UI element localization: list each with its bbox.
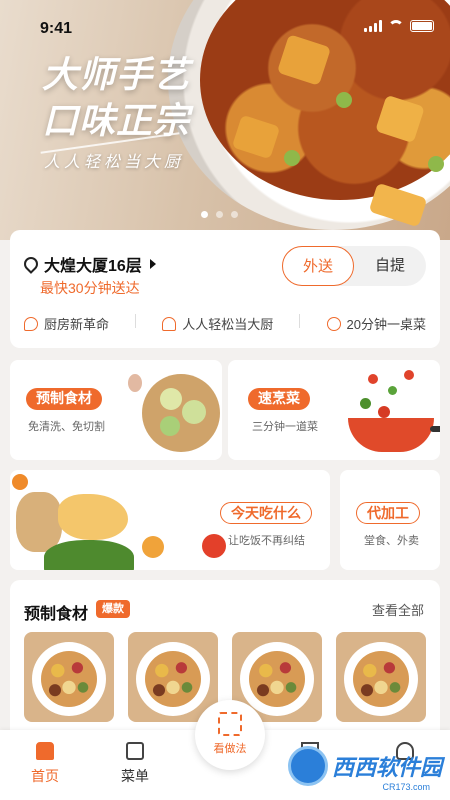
tomato-image	[378, 406, 390, 418]
chat-icon	[24, 316, 38, 331]
clock-icon	[326, 316, 341, 331]
address-text: 大煌大厦16层	[44, 258, 142, 275]
feature-item: 厨房新革命	[24, 314, 109, 333]
signal-icon	[364, 20, 382, 32]
feature-label: 20分钟一桌菜	[346, 317, 426, 332]
divider	[135, 314, 137, 328]
category-quick-desc: 三分钟一道菜	[252, 421, 318, 433]
category-prepared-desc: 免清洗、免切割	[28, 421, 105, 433]
watermark: 西西软件园 CR173.com	[287, 746, 442, 792]
pickup-option[interactable]: 自提	[354, 246, 426, 286]
stew-image	[249, 651, 305, 707]
category-processing-title: 代加工	[356, 502, 420, 524]
carousel-dot[interactable]	[231, 211, 238, 218]
feature-strip: 厨房新革命 人人轻松当大厨 20分钟一桌菜	[24, 314, 426, 333]
category-prepared-title: 预制食材	[26, 388, 102, 410]
hero-banner[interactable]: 9:41 大师手艺 口味正宗 人人轻松当大厨	[0, 0, 450, 240]
status-time: 9:41	[40, 20, 73, 37]
scan-label: 看做法	[213, 743, 247, 755]
category-quick-title: 速烹菜	[248, 388, 310, 410]
feature-label: 人人轻松当大厨	[182, 317, 274, 332]
category-today-card[interactable]: 今天吃什么 让吃饭不再纠结	[10, 470, 330, 570]
feature-item: 人人轻松当大厨	[162, 314, 273, 333]
pea	[336, 92, 352, 108]
section-title: 预制食材	[24, 606, 89, 623]
carousel-dot[interactable]	[201, 211, 208, 218]
category-processing-card[interactable]: 代加工 堂食、外卖	[340, 470, 440, 570]
watermark-subtext: CR173.com	[382, 782, 430, 792]
tomato-image	[202, 534, 226, 558]
nav-label: 首页	[31, 768, 59, 784]
banner-title: 大师手艺 口味正宗	[42, 52, 190, 144]
nav-label: 菜单	[121, 768, 149, 784]
carousel-dot[interactable]	[216, 211, 223, 218]
vegetable-image	[360, 398, 371, 409]
bread-image	[16, 492, 62, 552]
nav-item-home[interactable]: 首页	[15, 742, 75, 786]
banner-title-line2: 口味正宗	[42, 100, 191, 141]
category-processing-desc: 堂食、外卖	[364, 535, 419, 547]
view-all-link[interactable]: 查看全部	[372, 600, 424, 619]
delivery-option[interactable]: 外送	[282, 246, 354, 286]
pasta-image	[58, 494, 128, 540]
product-thumbnail[interactable]	[24, 632, 114, 722]
nav-item-menu[interactable]: 菜单	[105, 742, 165, 786]
broccoli-image	[44, 540, 134, 570]
category-today-desc: 让吃饭不再纠结	[228, 535, 305, 547]
pea	[428, 156, 444, 172]
category-prepared-card[interactable]: 预制食材 免清洗、免切割	[10, 360, 222, 460]
scan-icon	[218, 712, 242, 736]
feature-label: 厨房新革命	[44, 317, 110, 332]
stew-image	[41, 651, 97, 707]
vegetable-image	[388, 386, 397, 395]
category-today-title: 今天吃什么	[220, 502, 312, 524]
address-card: 大煌大厦16层 最快30分钟送达 外送 自提 厨房新革命 人人轻松当大厨 20分…	[10, 230, 440, 348]
watermark-text: 西西软件园	[331, 755, 442, 780]
cutting-board-image	[142, 374, 220, 452]
location-pin-icon	[21, 254, 41, 274]
watermark-logo-icon	[287, 746, 328, 786]
vegetable-image	[160, 388, 182, 410]
stew-image	[145, 651, 201, 707]
chef-hat-icon	[162, 316, 177, 331]
tomato-image	[368, 374, 378, 384]
delivery-mode-toggle[interactable]: 外送 自提	[282, 246, 426, 286]
home-icon	[36, 742, 54, 760]
carousel-dots[interactable]	[201, 211, 238, 218]
stew-image	[353, 651, 409, 707]
product-thumbnail[interactable]	[336, 632, 426, 722]
garlic-image	[128, 374, 142, 392]
battery-icon	[410, 20, 434, 32]
caret-right-icon	[149, 259, 156, 269]
address-selector[interactable]: 大煌大厦16层	[21, 252, 156, 276]
pea	[284, 150, 300, 166]
product-thumbnail[interactable]	[128, 632, 218, 722]
fruit-image	[12, 474, 28, 490]
banner-title-line1: 大师手艺	[42, 54, 191, 95]
wifi-icon	[388, 20, 404, 32]
delivery-eta: 最快30分钟送达	[40, 280, 140, 296]
hot-badge: 爆款	[96, 600, 130, 618]
vegetable-image	[160, 416, 180, 436]
banner-subtitle: 人人轻松当大厨	[44, 148, 184, 172]
vegetable-image	[182, 400, 206, 424]
tomato-image	[404, 370, 414, 380]
divider	[299, 314, 301, 328]
scan-recipe-button[interactable]: 看做法	[195, 700, 265, 770]
menu-book-icon	[126, 742, 144, 760]
status-icons	[364, 20, 434, 32]
category-quick-card[interactable]: 速烹菜 三分钟一道菜	[228, 360, 440, 460]
apricot-image	[142, 536, 164, 558]
feature-item: 20分钟一桌菜	[326, 314, 426, 333]
wok-image	[348, 418, 440, 452]
